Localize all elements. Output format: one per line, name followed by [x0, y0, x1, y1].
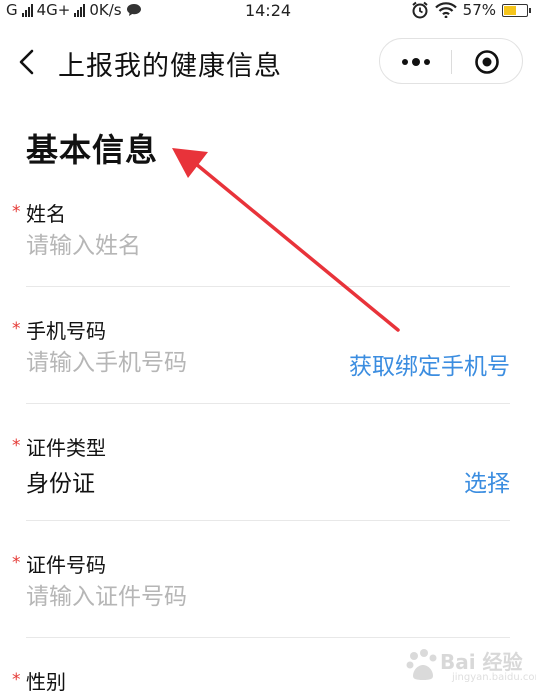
section-title: 基本信息: [26, 131, 159, 169]
required-mark: *: [12, 319, 21, 339]
wifi-icon: [434, 2, 457, 18]
status-right: 57%: [411, 1, 531, 19]
more-dots-icon[interactable]: [400, 53, 432, 71]
divider-line: [26, 520, 510, 521]
phone-input[interactable]: [26, 345, 326, 381]
watermark-text: Bai 经验: [440, 650, 523, 674]
id-type-label: 证件类型: [26, 436, 106, 460]
required-mark: *: [12, 553, 21, 573]
id-type-value: 身份证: [26, 471, 95, 497]
get-bound-phone-link[interactable]: 获取绑定手机号: [349, 347, 510, 381]
required-mark: *: [12, 202, 21, 222]
divider-line: [26, 403, 510, 404]
name-input[interactable]: [26, 228, 326, 264]
phone-label: 手机号码: [26, 319, 106, 343]
battery-percent: 57%: [462, 1, 496, 19]
id-number-label: 证件号码: [26, 553, 106, 577]
select-id-type-link[interactable]: 选择: [464, 464, 510, 498]
target-circle-icon[interactable]: [474, 49, 500, 75]
capsule-divider: [451, 50, 452, 74]
status-bar: G 4G+ 0K/s 14:24 57%: [0, 0, 536, 22]
page-title: 上报我的健康信息: [58, 51, 282, 82]
mini-program-capsule: [379, 38, 523, 84]
nav-bar: 上报我的健康信息: [0, 30, 536, 94]
paw-logo-icon: [406, 649, 437, 680]
gender-label: 性别: [26, 670, 66, 694]
divider-line: [26, 286, 510, 287]
baidu-watermark: Bai 经验 jingyan.baidu.com: [404, 642, 536, 688]
divider-line: [26, 637, 510, 638]
id-number-input[interactable]: [26, 579, 326, 615]
watermark-url: jingyan.baidu.com: [452, 672, 536, 683]
battery-icon: [502, 3, 531, 17]
required-mark: *: [12, 670, 21, 690]
chevron-left-icon[interactable]: [14, 46, 42, 78]
alarm-icon: [412, 1, 428, 19]
required-mark: *: [12, 436, 21, 456]
name-label: 姓名: [26, 202, 66, 226]
